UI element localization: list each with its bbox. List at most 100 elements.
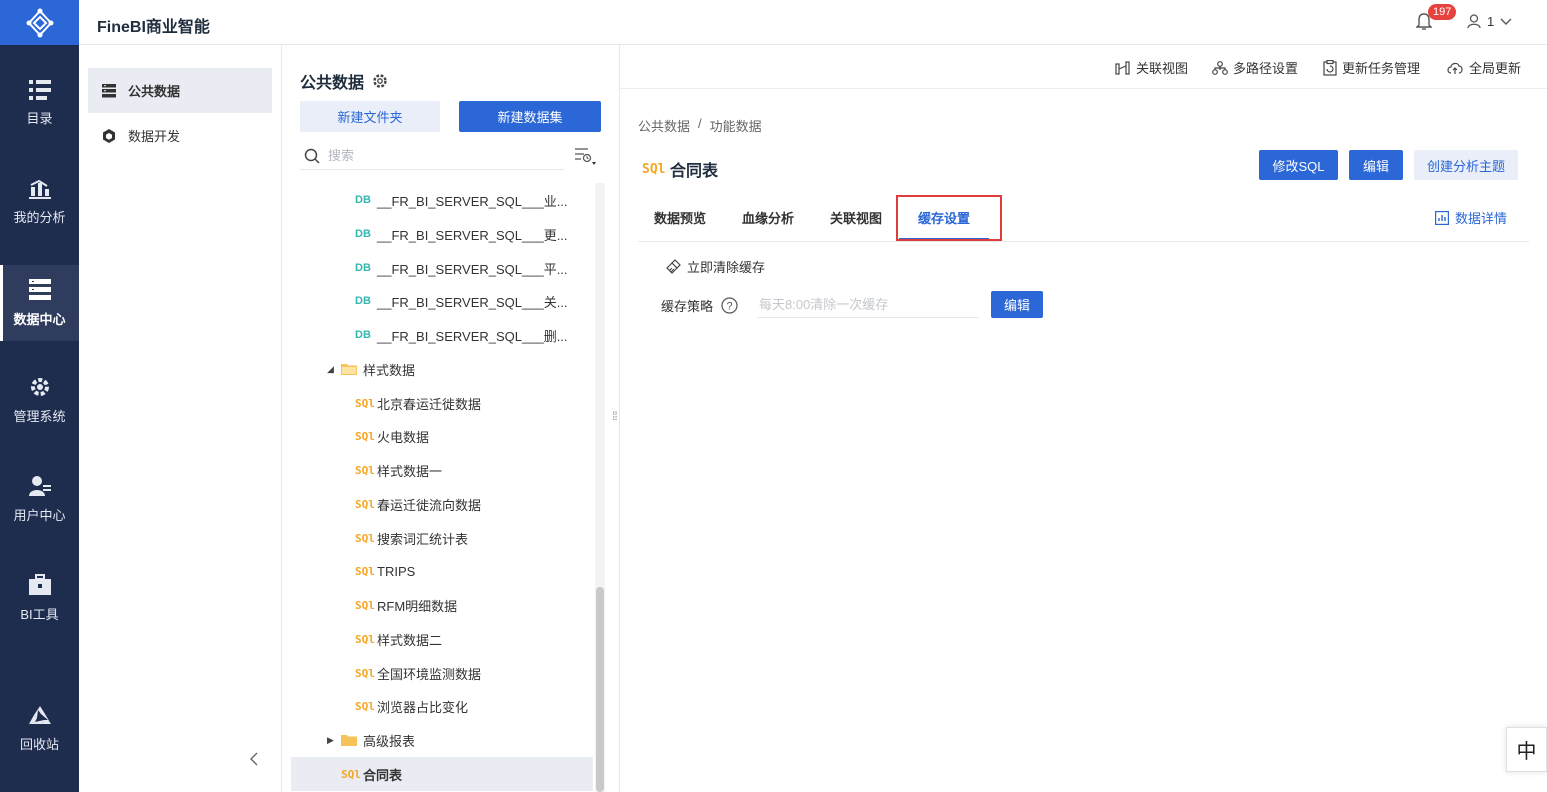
- sql-icon: SQl: [642, 161, 666, 177]
- db-icon: DB: [355, 194, 371, 206]
- resize-handle[interactable]: ⁞⁞: [612, 409, 618, 423]
- nav-item-management[interactable]: 管理系统: [0, 362, 79, 438]
- caret-down-icon[interactable]: ◢: [327, 364, 341, 375]
- create-analysis-topic-button[interactable]: 创建分析主题: [1414, 150, 1518, 180]
- nav-item-user-center[interactable]: 用户中心: [0, 461, 79, 537]
- tree-item-sql[interactable]: SQl 搜索词汇统计表: [291, 521, 593, 555]
- toolbar-label: 多路径设置: [1233, 61, 1299, 76]
- tree-item-db-5[interactable]: DB __FR_BI_SERVER_SQL___删...: [291, 318, 593, 352]
- tree-item-sql[interactable]: SQl 火电数据: [291, 419, 593, 453]
- subnav-item-data-dev[interactable]: 数据开发: [88, 113, 272, 158]
- recycle-icon: [28, 705, 51, 724]
- tree-item-sql[interactable]: SQl 样式数据一: [291, 453, 593, 487]
- user-center-icon: [28, 475, 51, 496]
- tree-item-sql[interactable]: SQl TRIPS: [291, 554, 593, 588]
- multipath-settings-button[interactable]: 多路径设置: [1212, 58, 1298, 77]
- tree-item-db-2[interactable]: DB __FR_BI_SERVER_SQL___更...: [291, 217, 593, 251]
- cache-edit-button[interactable]: 编辑: [991, 291, 1043, 318]
- tree-item-sql[interactable]: SQl 北京春运迁徙数据: [291, 386, 593, 420]
- nav-label: 我的分析: [13, 209, 66, 225]
- logo-icon: [26, 8, 53, 37]
- tree-item-db-3[interactable]: DB __FR_BI_SERVER_SQL___平...: [291, 251, 593, 285]
- breadcrumb-item[interactable]: 公共数据: [638, 116, 690, 135]
- cache-strategy-input[interactable]: [757, 291, 979, 318]
- nav-item-catalog[interactable]: 目录: [0, 65, 79, 141]
- app-title: FineBI商业智能: [97, 19, 210, 36]
- data-detail-label: 数据详情: [1455, 211, 1508, 226]
- search-icon: [304, 148, 320, 164]
- subnav-label: 数据开发: [128, 129, 181, 144]
- tree-item-label: __FR_BI_SERVER_SQL___更...: [377, 227, 568, 243]
- tree-scrollbar[interactable]: [595, 183, 605, 792]
- data-detail-link[interactable]: 数据详情: [1435, 208, 1507, 227]
- tree-item-sql[interactable]: SQl RFM明细数据: [291, 588, 593, 622]
- nav-label: 管理系统: [13, 408, 66, 424]
- sql-icon: SQl: [355, 531, 375, 545]
- settings-icon[interactable]: [372, 73, 388, 89]
- data-center-icon: [28, 278, 51, 300]
- notification-badge[interactable]: 197: [1428, 4, 1457, 20]
- tab-data-preview[interactable]: 数据预览: [654, 208, 706, 227]
- tree-item-label: 高级报表: [363, 733, 416, 749]
- subnav-item-public-data[interactable]: 公共数据: [88, 68, 272, 113]
- gear-icon: [30, 377, 49, 396]
- nav-item-my-analysis[interactable]: 我的分析: [0, 164, 79, 240]
- nav-item-bi-tools[interactable]: BI工具: [0, 560, 79, 636]
- new-folder-button[interactable]: 新建文件夹: [300, 101, 440, 132]
- broom-icon: [666, 259, 681, 274]
- tab-lineage[interactable]: 血缘分析: [742, 208, 794, 227]
- tree-folder-advanced-reports[interactable]: ▶ 高级报表: [291, 723, 593, 757]
- ime-indicator[interactable]: 中: [1506, 727, 1547, 772]
- tree-item-sql[interactable]: SQl 春运迁徙流向数据: [291, 487, 593, 521]
- toolbar-label: 全局更新: [1469, 61, 1522, 76]
- tree-item-label: 春运迁徙流向数据: [377, 497, 482, 513]
- user-icon: [1467, 14, 1481, 29]
- db-icon: DB: [355, 329, 371, 341]
- sql-icon: SQl: [355, 564, 375, 578]
- tree-folder-style-data[interactable]: ◢ 样式数据: [291, 352, 593, 386]
- nav-label: 目录: [26, 110, 53, 126]
- folder-open-icon: [341, 364, 357, 375]
- search-input[interactable]: [328, 148, 548, 163]
- cache-strategy-text: 缓存策略: [661, 299, 714, 314]
- tree-item-label: 北京春运迁徙数据: [377, 396, 482, 412]
- new-dataset-button[interactable]: 新建数据集: [459, 101, 601, 132]
- highlight-box: [896, 195, 1002, 241]
- relation-view-button[interactable]: 关联视图: [1115, 58, 1188, 77]
- update-task-button[interactable]: 更新任务管理: [1323, 58, 1420, 77]
- caret-right-icon[interactable]: ▶: [327, 735, 341, 746]
- tree-item-label: RFM明细数据: [377, 598, 458, 614]
- tree-item-db-4[interactable]: DB __FR_BI_SERVER_SQL___关...: [291, 284, 593, 318]
- cache-strategy-label: 缓存策略 ?: [661, 296, 738, 315]
- user-menu[interactable]: 1: [1467, 14, 1512, 29]
- nav-label: 回收站: [19, 736, 59, 752]
- sql-icon: SQl: [355, 666, 375, 680]
- nav-item-data-center[interactable]: 数据中心: [0, 265, 79, 341]
- tab-relation-view[interactable]: 关联视图: [830, 208, 882, 227]
- edit-button[interactable]: 编辑: [1349, 150, 1403, 180]
- global-update-button[interactable]: 全局更新: [1446, 58, 1521, 77]
- help-icon[interactable]: ?: [721, 297, 738, 314]
- tree-item-sql[interactable]: SQl 样式数据二: [291, 622, 593, 656]
- main-toolbar: 关联视图 多路径设置 更新任务管理 全局更新: [620, 45, 1547, 89]
- modify-sql-button[interactable]: 修改SQL: [1259, 150, 1338, 180]
- user-label: 1: [1487, 14, 1495, 29]
- scroll-thumb[interactable]: [596, 587, 604, 792]
- toolbar-label: 更新任务管理: [1342, 61, 1421, 76]
- dataset-title: SQl 合同表: [642, 157, 718, 181]
- nav-item-recycle[interactable]: 回收站: [0, 691, 79, 767]
- tree-item-label: 火电数据: [377, 429, 430, 445]
- tree-item-db-1[interactable]: DB __FR_BI_SERVER_SQL___业...: [291, 183, 593, 217]
- clear-cache-button[interactable]: 立即清除缓存: [666, 257, 765, 276]
- tree-item-label: 样式数据二: [377, 632, 443, 648]
- left-nav: 目录 我的分析 数据中心 管理系统 用户中心 BI工具 回收站: [0, 0, 79, 792]
- relation-view-icon: [1115, 60, 1130, 75]
- collapse-icon[interactable]: [249, 752, 259, 766]
- tree-item-contract-table[interactable]: SQl 合同表: [291, 757, 593, 791]
- sort-filter-icon[interactable]: [574, 146, 596, 166]
- tree-item-sql[interactable]: SQl 浏览器占比变化: [291, 689, 593, 723]
- finebi-logo[interactable]: [0, 0, 79, 45]
- tree-item-sql[interactable]: SQl 全国环境监测数据: [291, 656, 593, 690]
- breadcrumb-item[interactable]: 功能数据: [710, 116, 762, 135]
- toolbar-label: 关联视图: [1136, 61, 1189, 76]
